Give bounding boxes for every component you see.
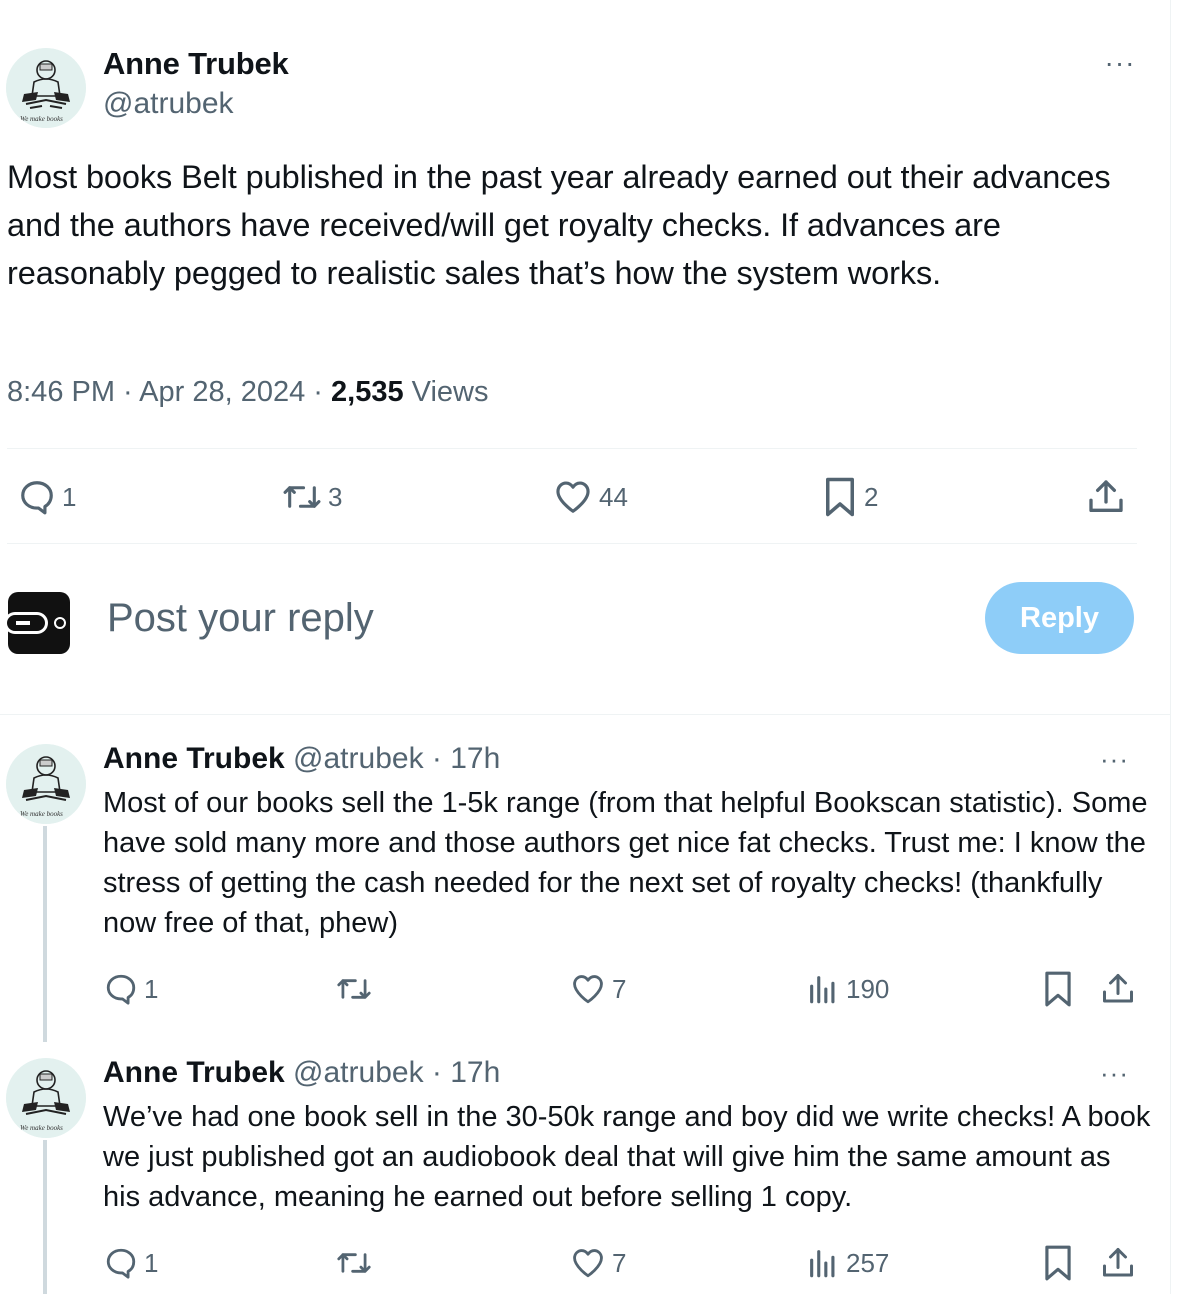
time-ago[interactable]: 17h <box>450 742 500 775</box>
time-ago[interactable]: 17h <box>450 1056 500 1089</box>
meta-separator: · <box>305 376 332 408</box>
avatar[interactable]: We make books <box>6 48 86 128</box>
reply-count: 1 <box>144 1247 159 1278</box>
repost-arrows-icon <box>283 486 321 508</box>
bookmark-action[interactable] <box>1042 970 1074 1008</box>
share-upload-icon <box>1103 1248 1133 1277</box>
meta-separator: · <box>115 376 140 408</box>
reply-header: Anne Trubek @atrubek · 17h <box>103 1056 500 1090</box>
divider <box>7 448 1137 449</box>
bookmark-icon <box>1045 1245 1071 1281</box>
meta-separator: · <box>423 1056 451 1089</box>
avatar-caption: We make books <box>20 115 63 123</box>
views-action[interactable]: 257 <box>806 1246 889 1280</box>
repost-action[interactable]: 3 <box>282 478 342 516</box>
views-count: 2,535 <box>331 376 404 408</box>
avatar[interactable]: We make books <box>6 1058 86 1138</box>
like-count: 7 <box>612 1247 627 1278</box>
tweet-date[interactable]: Apr 28, 2024 <box>139 376 305 408</box>
share-action[interactable] <box>1100 1244 1136 1282</box>
meta-separator: · <box>423 742 451 775</box>
reply-text: Most of our books sell the 1-5k range (f… <box>103 787 1148 939</box>
bookmark-icon <box>826 477 854 517</box>
views-count: 190 <box>846 973 890 1004</box>
share-upload-icon <box>1089 480 1123 512</box>
author-name[interactable]: Anne Trubek <box>103 1056 285 1089</box>
repost-count: 3 <box>328 481 343 512</box>
views-label: Views <box>411 376 489 408</box>
views-action[interactable]: 190 <box>806 972 889 1006</box>
tweet-meta: 8:46 PM · Apr 28, 2024 · 2,535 Views <box>7 376 489 409</box>
author-handle[interactable]: @atrubek <box>293 1056 424 1089</box>
bookmark-action[interactable] <box>1042 1244 1074 1282</box>
bar-chart-icon <box>810 976 835 1004</box>
more-icon[interactable]: ··· <box>1100 48 1140 78</box>
reply-action[interactable]: 1 <box>104 972 158 1006</box>
like-action[interactable]: 44 <box>553 478 628 516</box>
bookmark-action[interactable]: 2 <box>822 476 878 518</box>
reply-count: 1 <box>144 973 159 1004</box>
views-count: 257 <box>846 1247 890 1278</box>
reply-text: We’ve had one book sell in the 30-50k ra… <box>103 1101 1151 1213</box>
speech-bubble-icon <box>106 974 136 1005</box>
wallet-avatar-icon <box>4 592 70 654</box>
avatar-caption: We make books <box>20 1124 63 1132</box>
thread-connector <box>43 826 47 1042</box>
reply-header: Anne Trubek @atrubek · 17h <box>103 742 500 776</box>
heart-icon <box>573 1249 603 1278</box>
avatar[interactable] <box>4 586 72 658</box>
heart-icon <box>556 481 590 513</box>
reply-action[interactable]: 1 <box>104 1246 158 1280</box>
speech-bubble-icon <box>21 481 53 515</box>
author-name[interactable]: Anne Trubek <box>103 46 289 82</box>
repost-action[interactable] <box>336 972 372 1006</box>
tweet-time[interactable]: 8:46 PM <box>7 376 115 408</box>
share-upload-icon <box>1103 974 1133 1003</box>
bookmark-icon <box>1045 971 1071 1007</box>
author-name[interactable]: Anne Trubek <box>103 742 285 775</box>
reply-button[interactable]: Reply <box>985 582 1134 654</box>
like-count: 44 <box>599 481 628 512</box>
avatar[interactable]: We make books <box>6 744 86 824</box>
reply-input[interactable]: Post your reply <box>107 596 374 641</box>
repost-action[interactable] <box>336 1246 372 1280</box>
more-icon[interactable]: ··· <box>1100 1058 1129 1089</box>
thread-connector <box>43 1140 47 1294</box>
bookmark-count: 2 <box>864 481 879 512</box>
share-action[interactable] <box>1100 970 1136 1008</box>
author-handle[interactable]: @atrubek <box>293 742 424 775</box>
heart-icon <box>573 975 603 1004</box>
author-handle[interactable]: @atrubek <box>103 87 234 121</box>
column-border <box>1170 0 1171 1294</box>
reply-composer: Post your reply Reply <box>0 580 1170 670</box>
divider <box>0 714 1170 715</box>
bar-chart-icon <box>810 1250 835 1278</box>
avatar-caption: We make books <box>20 810 63 818</box>
repost-arrows-icon <box>337 979 371 999</box>
more-icon[interactable]: ··· <box>1100 744 1129 775</box>
share-action[interactable] <box>1086 476 1126 518</box>
tweet-text: Most books Belt published in the past ye… <box>7 159 1111 291</box>
like-action[interactable]: 7 <box>570 1246 626 1280</box>
divider <box>7 543 1137 544</box>
repost-arrows-icon <box>337 1253 371 1273</box>
like-action[interactable]: 7 <box>570 972 626 1006</box>
main-tweet-header: We make books Anne Trubek @atrubek ··· <box>0 40 1170 130</box>
like-count: 7 <box>612 973 627 1004</box>
reply-count: 1 <box>62 481 77 512</box>
reply-action[interactable]: 1 <box>18 478 76 516</box>
speech-bubble-icon <box>106 1248 136 1279</box>
